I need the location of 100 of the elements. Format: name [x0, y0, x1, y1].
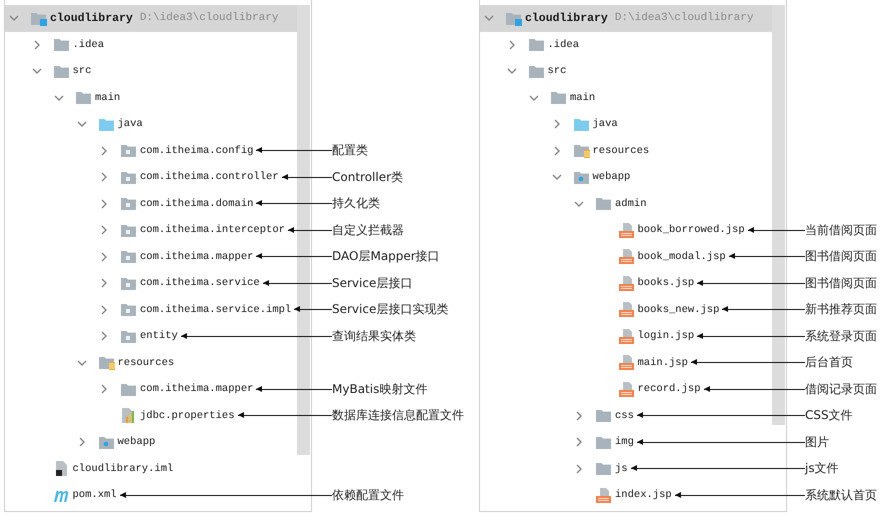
chevron-right-icon[interactable]	[506, 40, 516, 50]
tree-item-label[interactable]: cloudlibrary	[50, 12, 133, 25]
web-folder-icon	[98, 434, 114, 450]
chevron-down-icon[interactable]	[484, 13, 494, 24]
web-folder-icon	[572, 170, 590, 185]
chevron-right-icon[interactable]	[99, 331, 109, 342]
tree-item-label[interactable]: entity	[140, 330, 178, 342]
annotation-text: 借阅记录页面	[805, 380, 878, 398]
folder-icon	[52, 37, 70, 52]
chevron-down-icon[interactable]	[76, 358, 86, 368]
chevron-right-icon[interactable]	[552, 146, 562, 156]
tree-item-label[interactable]: main	[95, 92, 120, 104]
tree-item-label[interactable]: index.jsp	[615, 489, 672, 502]
chevron-right-icon[interactable]	[99, 384, 109, 394]
tree-item-label[interactable]: main	[570, 92, 596, 104]
chevron-right-icon[interactable]	[99, 172, 109, 182]
tree-item-label[interactable]: webapp	[118, 436, 156, 448]
chevron-right-icon[interactable]	[99, 304, 109, 315]
folder-icon	[75, 90, 92, 106]
tree-item-label[interactable]: pom.xml	[72, 489, 117, 502]
chevron-right-icon[interactable]	[574, 437, 584, 448]
chevron-down-icon[interactable]	[54, 92, 64, 103]
properties-file-icon	[120, 408, 137, 424]
jsp-file-icon	[618, 249, 634, 264]
chevron-right-icon[interactable]	[552, 119, 562, 130]
tree-item-label[interactable]: admin	[615, 198, 647, 210]
tree-item-label[interactable]: js	[615, 462, 628, 475]
tree-item-label[interactable]: com.itheima.mapper	[140, 383, 254, 396]
tree-item-label[interactable]: record.jsp	[638, 383, 701, 396]
chevron-right-icon[interactable]	[76, 437, 86, 448]
tree-item-label[interactable]: book_modal.jsp	[638, 250, 726, 263]
tree-item-label[interactable]: src	[72, 65, 92, 78]
chevron-right-icon[interactable]	[99, 278, 109, 288]
tree-item-label[interactable]: resources	[118, 356, 174, 369]
annotation-text: Controller类	[332, 168, 404, 186]
tree-item-label[interactable]: src	[548, 65, 566, 78]
annotation-text: 自定义拦截器	[332, 222, 405, 239]
tree-item-label[interactable]: com.itheima.domain	[140, 198, 254, 210]
annotation-text: Service层接口实现类	[332, 301, 450, 318]
chevron-down-icon[interactable]	[506, 66, 516, 76]
tree-item-label[interactable]: main.jsp	[638, 356, 688, 369]
package-icon	[120, 302, 137, 318]
tree-item-label[interactable]: java	[118, 118, 143, 130]
jsp-file-icon	[618, 328, 634, 344]
annotation-text: 查询结果实体类	[332, 328, 417, 345]
tree-item-label[interactable]: cloudlibrary.iml	[72, 462, 174, 475]
tree-item-label[interactable]: css	[615, 410, 634, 422]
package-icon	[120, 170, 137, 185]
tree-item-label[interactable]: jdbc.properties	[140, 410, 235, 422]
selected-tree-row[interactable]: cloudlibrary D:\idea3\cloudlibrary	[5, 5, 297, 32]
package-icon	[120, 249, 137, 264]
tree-item-label[interactable]: .idea	[72, 38, 104, 51]
tree-item-label[interactable]: com.itheima.mapper	[140, 250, 254, 263]
tree-item-label[interactable]: login.jsp	[638, 330, 694, 342]
chevron-right-icon[interactable]	[99, 146, 109, 156]
module-folder-icon	[505, 10, 522, 26]
folder-icon	[595, 408, 612, 424]
tree-item-label[interactable]: com.itheima.config	[140, 144, 254, 157]
annotation-text: MyBatis映射文件	[332, 380, 428, 398]
tree-item-label[interactable]: com.itheima.controller	[140, 171, 279, 184]
tree-item-label[interactable]: book_borrowed.jsp	[638, 224, 745, 236]
annotation-text: 图片	[805, 434, 830, 451]
tree-item-label[interactable]: resources	[592, 144, 650, 157]
annotation-text: DAO层Mapper接口	[332, 248, 441, 266]
tree-item-label[interactable]: java	[592, 118, 618, 130]
chevron-down-icon[interactable]	[574, 198, 584, 209]
tree-item-label[interactable]: com.itheima.service.impl	[140, 304, 292, 316]
annotation-text: 图书借阅页面	[805, 248, 878, 266]
chevron-down-icon[interactable]	[529, 92, 539, 103]
folder-icon	[550, 90, 567, 106]
chevron-right-icon[interactable]	[99, 198, 109, 209]
tree-item-label[interactable]: com.itheima.service	[140, 277, 260, 290]
chevron-right-icon[interactable]	[574, 410, 584, 421]
chevron-down-icon[interactable]	[9, 13, 19, 24]
chevron-down-icon[interactable]	[552, 172, 562, 182]
folder-icon	[595, 434, 612, 450]
jsp-file-icon	[618, 302, 634, 318]
folder-icon	[595, 461, 612, 476]
tree-item-label[interactable]: books_new.jsp	[638, 304, 720, 316]
chevron-down-icon[interactable]	[76, 119, 86, 130]
tree-item-label[interactable]: .idea	[548, 38, 580, 51]
jsp-file-icon	[618, 355, 634, 370]
tree-item-label[interactable]: webapp	[592, 171, 630, 184]
project-path: D:\idea3\cloudlibrary	[614, 12, 754, 24]
annotation-text: 当前借阅页面	[805, 222, 878, 239]
chevron-right-icon[interactable]	[99, 225, 109, 236]
tree-item-label[interactable]: books.jsp	[638, 277, 694, 290]
chevron-right-icon[interactable]	[99, 252, 109, 262]
chevron-right-icon[interactable]	[574, 464, 584, 474]
module-folder-icon	[30, 10, 47, 26]
chevron-right-icon[interactable]	[32, 40, 42, 50]
chevron-down-icon[interactable]	[32, 66, 42, 76]
annotation-text: 图书借阅页面	[805, 274, 878, 292]
jsp-file-icon	[618, 276, 634, 291]
selected-tree-row[interactable]: cloudlibrary D:\idea3\cloudlibrary	[480, 5, 772, 32]
tree-item-label[interactable]: cloudlibrary	[525, 12, 608, 25]
tree-item-label[interactable]: com.itheima.interceptor	[140, 224, 285, 236]
annotation-text: 系统登录页面	[805, 328, 878, 345]
folder-icon	[572, 116, 590, 132]
tree-item-label[interactable]: img	[615, 436, 634, 448]
